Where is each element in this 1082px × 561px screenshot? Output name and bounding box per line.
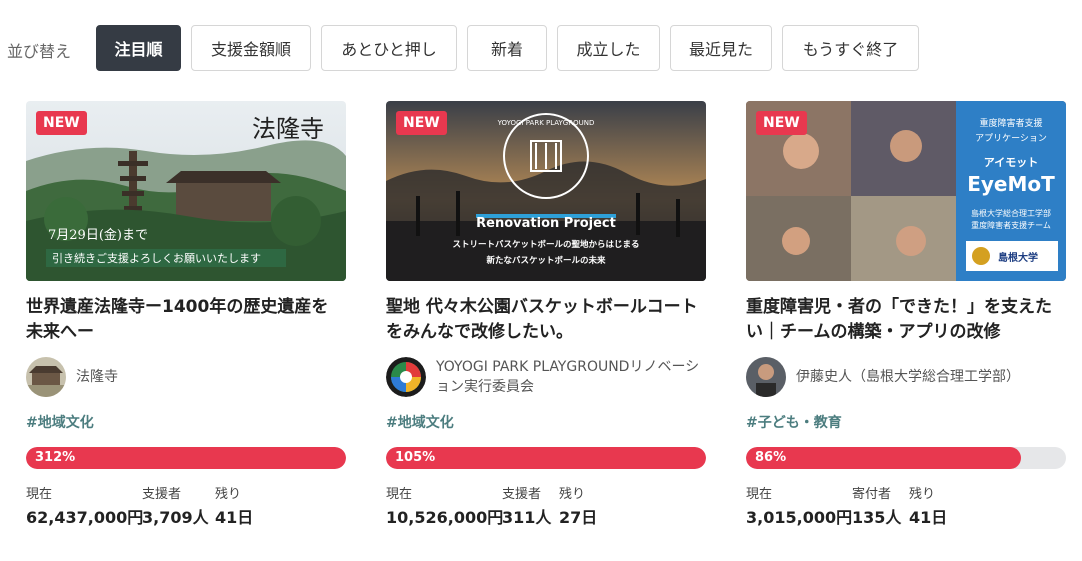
svg-text:引き続きご支援よろしくお願いいたします: 引き続きご支援よろしくお願いいたします <box>52 251 261 265</box>
owner-name: 伊藤史人（島根大学総合理工学部） <box>796 369 1020 385</box>
sort-option-featured[interactable]: 注目順 <box>96 25 181 71</box>
svg-text:7月29日(金)まで: 7月29日(金)まで <box>48 227 148 243</box>
svg-text:島根大学総合理工学部: 島根大学総合理工学部 <box>971 208 1051 218</box>
owner-avatar <box>746 357 786 397</box>
project-card[interactable]: 重度障害者支援 アプリケーション アイモット EyeMoT 島根大学総合理工学部… <box>746 101 1066 527</box>
sort-bar: 並び替え 注目順 支援金額順 あとひと押し 新着 成立した 最近見た もうすぐ終… <box>0 25 1082 71</box>
owner-name: YOYOGI PARK PLAYGROUNDリノベーシ ョン実行委員会 <box>436 359 700 395</box>
remaining-label: 残り <box>215 487 242 502</box>
remaining-days: 27日 <box>559 508 598 527</box>
current-amount: 10,526,000円 <box>386 508 504 527</box>
remaining-days: 41日 <box>909 508 948 527</box>
progress-percent: 312% <box>35 450 76 465</box>
project-thumbnail[interactable]: 重度障害者支援 アプリケーション アイモット EyeMoT 島根大学総合理工学部… <box>746 101 1066 281</box>
supporters-count: 135人 <box>852 508 902 527</box>
svg-text:アイモット: アイモット <box>984 156 1038 169</box>
current-label: 現在 <box>386 487 413 502</box>
progress-bar: 105% <box>386 447 706 469</box>
project-owner[interactable]: 伊藤史人（島根大学総合理工学部） <box>746 356 1066 398</box>
sort-option-new[interactable]: 新着 <box>467 25 547 71</box>
sort-option-recently-viewed[interactable]: 最近見た <box>670 25 772 71</box>
new-badge: NEW <box>756 111 807 135</box>
svg-text:新たなバスケットボールの未来: 新たなバスケットボールの未来 <box>486 255 606 266</box>
project-card[interactable]: YOYOGI PARK PLAYGROUND Renovation Projec… <box>386 101 706 527</box>
svg-text:YOYOGI PARK PLAYGROUND: YOYOGI PARK PLAYGROUND <box>497 119 595 127</box>
category-tag[interactable]: #地域文化 <box>26 412 94 432</box>
sort-option-ending-soon[interactable]: もうすぐ終了 <box>782 25 919 71</box>
project-title[interactable]: 重度障害児・者の「できた！」を支えた い｜チームの構築・アプリの改修 <box>746 295 1068 345</box>
remaining-label: 残り <box>559 487 586 502</box>
progress-bar: 86% <box>746 447 1066 469</box>
project-title[interactable]: 世界遺産法隆寺ー1400年の歴史遺産を 未来へー <box>26 295 348 345</box>
project-owner[interactable]: 法隆寺 <box>26 356 346 398</box>
supporters-count: 3,709人 <box>142 508 209 527</box>
owner-avatar <box>386 357 426 397</box>
sort-option-succeeded[interactable]: 成立した <box>557 25 660 71</box>
project-thumbnail[interactable]: YOYOGI PARK PLAYGROUND Renovation Projec… <box>386 101 706 281</box>
progress-percent: 86% <box>755 450 787 465</box>
supporters-label: 支援者 <box>142 487 182 502</box>
svg-text:重度障害者支援チーム: 重度障害者支援チーム <box>971 220 1051 230</box>
sort-label: 並び替え <box>7 42 72 61</box>
supporters-count: 311人 <box>502 508 552 527</box>
progress-percent: 105% <box>395 450 436 465</box>
project-card[interactable]: 法隆寺 7月29日(金)まで 引き続きご支援よろしくお願いいたします NEW 世… <box>26 101 346 527</box>
svg-text:法隆寺: 法隆寺 <box>252 115 324 143</box>
sort-option-almost[interactable]: あとひと押し <box>321 25 457 71</box>
current-label: 現在 <box>746 487 773 502</box>
svg-text:Renovation Project: Renovation Project <box>476 216 616 231</box>
svg-text:ストリートバスケットボールの聖地からはじまる: ストリートバスケットボールの聖地からはじまる <box>452 239 639 250</box>
remaining-label: 残り <box>909 487 936 502</box>
progress-fill <box>746 447 1021 469</box>
category-tag[interactable]: #地域文化 <box>386 412 454 432</box>
project-thumbnail[interactable]: 法隆寺 7月29日(金)まで 引き続きご支援よろしくお願いいたします NEW <box>26 101 346 281</box>
owner-avatar <box>26 357 66 397</box>
new-badge: NEW <box>36 111 87 135</box>
svg-text:重度障害者支援: 重度障害者支援 <box>979 117 1042 129</box>
remaining-days: 41日 <box>215 508 254 527</box>
category-tag[interactable]: #子ども・教育 <box>746 412 842 432</box>
owner-name: 法隆寺 <box>76 369 118 385</box>
svg-text:EyeMoT: EyeMoT <box>967 172 1055 196</box>
progress-bar: 312% <box>26 447 346 469</box>
supporters-label: 支援者 <box>502 487 542 502</box>
svg-text:アプリケーション: アプリケーション <box>975 133 1047 144</box>
new-badge: NEW <box>396 111 447 135</box>
svg-text:島根大学: 島根大学 <box>998 251 1038 264</box>
sort-option-amount[interactable]: 支援金額順 <box>191 25 311 71</box>
current-amount: 3,015,000円 <box>746 508 853 527</box>
project-title[interactable]: 聖地 代々木公園バスケットボールコート をみんなで改修したい。 <box>386 295 708 345</box>
supporters-label: 寄付者 <box>852 487 892 502</box>
current-amount: 62,437,000円 <box>26 508 144 527</box>
project-owner[interactable]: YOYOGI PARK PLAYGROUNDリノベーシ ョン実行委員会 <box>386 356 706 398</box>
current-label: 現在 <box>26 487 53 502</box>
